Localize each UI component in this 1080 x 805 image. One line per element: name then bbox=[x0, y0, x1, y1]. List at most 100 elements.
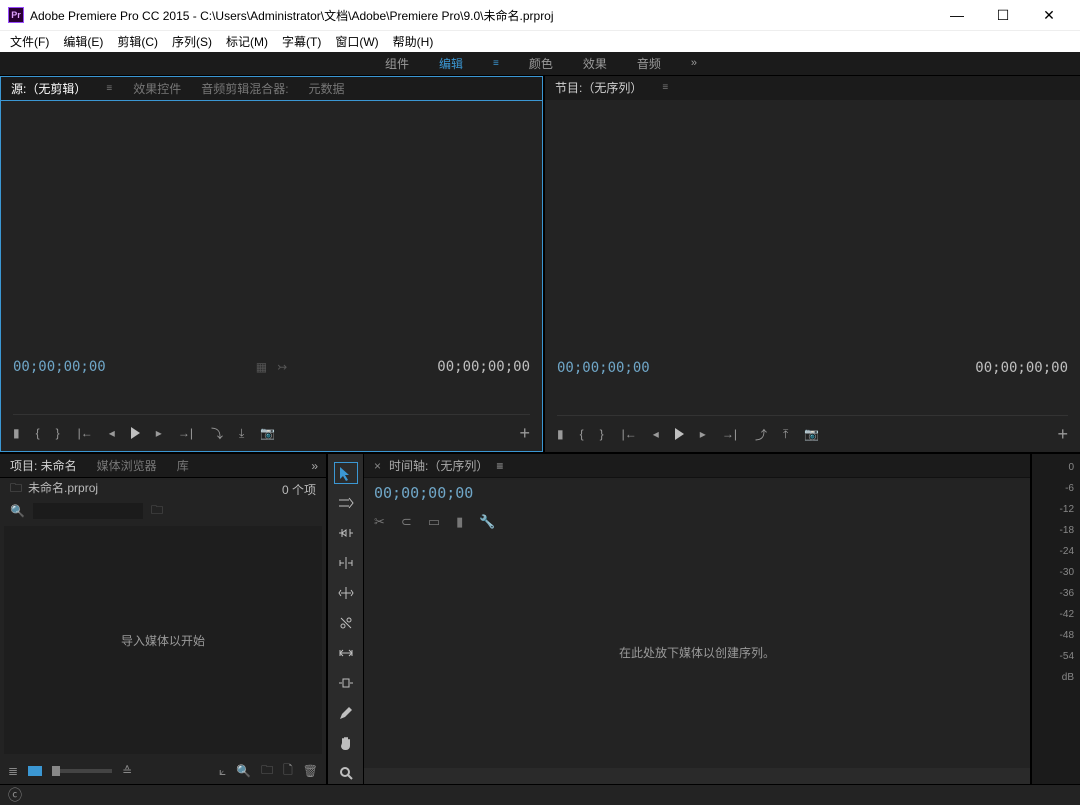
lift-icon[interactable]: ⤴ bbox=[755, 426, 767, 443]
step-forward-icon[interactable]: ▸ bbox=[700, 427, 706, 441]
source-scrub-bar[interactable] bbox=[13, 383, 530, 415]
timeline-drop-area[interactable]: 在此处放下媒体以创建序列。 bbox=[364, 536, 1030, 768]
workspace-menu-icon[interactable]: ≡ bbox=[493, 58, 499, 69]
workspace-effects[interactable]: 效果 bbox=[583, 55, 607, 72]
marker-icon[interactable]: ▮ bbox=[13, 426, 20, 440]
step-back-icon[interactable]: ◂ bbox=[653, 427, 659, 441]
project-drop-area[interactable]: 导入媒体以开始 bbox=[4, 526, 322, 754]
icon-view-icon[interactable] bbox=[28, 766, 42, 776]
step-forward-icon[interactable]: ▸ bbox=[156, 426, 162, 440]
step-back-icon[interactable]: ◂ bbox=[109, 426, 115, 440]
play-icon[interactable] bbox=[675, 428, 684, 440]
menu-help[interactable]: 帮助(H) bbox=[393, 33, 434, 50]
timeline-panel: × 时间轴:（无序列） ≡ 00;00;00;00 ✂ ⊂ ▭ ▮ 🔧 在此处放… bbox=[364, 454, 1030, 784]
tab-metadata[interactable]: 元数据 bbox=[309, 80, 345, 97]
tab-program[interactable]: 节目:（无序列） bbox=[555, 79, 642, 96]
timeline-close-icon[interactable]: × bbox=[374, 459, 381, 473]
timeline-title[interactable]: 时间轴:（无序列） bbox=[389, 457, 488, 474]
rate-stretch-tool-icon[interactable] bbox=[334, 582, 358, 604]
slide-tool-icon[interactable] bbox=[334, 672, 358, 694]
timeline-scrollbar[interactable] bbox=[364, 768, 1030, 784]
razor-tool-icon[interactable] bbox=[334, 612, 358, 634]
list-view-icon[interactable]: ≣ bbox=[8, 764, 18, 778]
slip-tool-icon[interactable] bbox=[334, 642, 358, 664]
go-to-in-icon[interactable]: |← bbox=[622, 427, 637, 441]
titlebar: Pr Adobe Premiere Pro CC 2015 - C:\Users… bbox=[0, 0, 1080, 30]
add-marker-icon[interactable]: ▭ bbox=[428, 514, 440, 530]
program-timecode-left[interactable]: 00;00;00;00 bbox=[557, 360, 650, 376]
new-bin-icon[interactable]: 🗀 bbox=[261, 761, 273, 782]
menu-clip[interactable]: 剪辑(C) bbox=[117, 33, 158, 50]
go-to-in-icon[interactable]: |← bbox=[78, 426, 93, 440]
minimize-button[interactable]: — bbox=[934, 0, 980, 30]
ripple-edit-tool-icon[interactable] bbox=[334, 522, 358, 544]
tab-source[interactable]: 源:（无剪辑） bbox=[11, 80, 86, 97]
track-select-tool-icon[interactable] bbox=[334, 492, 358, 514]
tab-effect-controls[interactable]: 效果控件 bbox=[133, 80, 181, 97]
selection-tool-icon[interactable] bbox=[334, 462, 358, 484]
insert-icon[interactable]: ⤵ bbox=[211, 425, 223, 442]
in-point-icon[interactable]: { bbox=[36, 426, 40, 440]
close-button[interactable]: ✕ bbox=[1026, 0, 1072, 30]
tab-media-browser[interactable]: 媒体浏览器 bbox=[97, 457, 157, 474]
snap-icon[interactable]: ✂ bbox=[374, 514, 385, 530]
source-panel-menu-icon[interactable]: ≡ bbox=[106, 83, 113, 94]
sort-icon[interactable]: ≙ bbox=[122, 764, 132, 778]
source-timecode-left[interactable]: 00;00;00;00 bbox=[13, 359, 106, 375]
go-to-out-icon[interactable]: →| bbox=[178, 426, 193, 440]
search-icon[interactable]: 🔍 bbox=[10, 504, 25, 518]
workspace-color[interactable]: 颜色 bbox=[529, 55, 553, 72]
extract-icon[interactable]: ⤒ bbox=[783, 427, 788, 442]
timeline-marker-icon[interactable]: ▮ bbox=[456, 514, 463, 530]
program-scrub-bar[interactable] bbox=[557, 384, 1068, 416]
out-point-icon[interactable]: } bbox=[600, 427, 604, 441]
timeline-timecode[interactable]: 00;00;00;00 bbox=[374, 484, 473, 502]
marker-icon[interactable]: ▮ bbox=[557, 427, 564, 441]
in-point-icon[interactable]: { bbox=[580, 427, 584, 441]
export-frame-icon[interactable]: 📷 bbox=[804, 427, 819, 441]
automate-icon[interactable]: ⟀ bbox=[219, 764, 226, 779]
search-input[interactable] bbox=[33, 503, 143, 519]
tab-libraries[interactable]: 库 bbox=[177, 457, 189, 474]
creative-cloud-icon[interactable]: ⓒ bbox=[8, 785, 22, 805]
menu-file[interactable]: 文件(F) bbox=[10, 33, 49, 50]
workspace-editing[interactable]: 编辑 bbox=[439, 55, 463, 72]
button-editor-icon[interactable]: + bbox=[1057, 424, 1068, 445]
menu-window[interactable]: 窗口(W) bbox=[335, 33, 378, 50]
workspace-audio[interactable]: 音频 bbox=[637, 55, 661, 72]
overwrite-icon[interactable]: ⤓ bbox=[239, 426, 244, 441]
menu-marker[interactable]: 标记(M) bbox=[226, 33, 268, 50]
rolling-edit-tool-icon[interactable] bbox=[334, 552, 358, 574]
play-icon[interactable] bbox=[131, 427, 140, 439]
find-icon[interactable]: 🔍 bbox=[236, 764, 251, 778]
menu-title[interactable]: 字幕(T) bbox=[282, 33, 321, 50]
program-viewer[interactable] bbox=[545, 100, 1080, 358]
program-panel-menu-icon[interactable]: ≡ bbox=[662, 82, 669, 93]
zoom-tool-icon[interactable] bbox=[334, 762, 358, 784]
filter-bin-icon[interactable]: 🗀 bbox=[151, 501, 163, 522]
fit-icon[interactable]: ▦ bbox=[256, 360, 267, 374]
workspace-overflow[interactable]: » bbox=[691, 57, 695, 69]
export-frame-icon[interactable]: 📷 bbox=[260, 426, 275, 440]
thumbnail-size-slider[interactable] bbox=[52, 769, 112, 773]
tab-audio-clip-mixer[interactable]: 音频剪辑混合器: bbox=[201, 80, 288, 97]
source-viewer[interactable] bbox=[1, 101, 542, 357]
tab-project[interactable]: 项目: 未命名 bbox=[10, 457, 77, 474]
meter-48: -48 bbox=[1060, 630, 1074, 641]
new-item-icon[interactable]: 🗋 bbox=[283, 761, 293, 782]
hand-tool-icon[interactable] bbox=[334, 732, 358, 754]
out-point-icon[interactable]: } bbox=[56, 426, 60, 440]
resolution-icon[interactable]: ↣ bbox=[277, 360, 287, 374]
workspace-assembly[interactable]: 组件 bbox=[385, 55, 409, 72]
delete-icon[interactable]: 🗑 bbox=[303, 764, 318, 778]
menu-edit[interactable]: 编辑(E) bbox=[63, 33, 103, 50]
maximize-button[interactable]: ☐ bbox=[980, 0, 1026, 30]
menu-sequence[interactable]: 序列(S) bbox=[172, 33, 212, 50]
go-to-out-icon[interactable]: →| bbox=[722, 427, 737, 441]
timeline-settings-icon[interactable]: 🔧 bbox=[479, 514, 495, 530]
linked-selection-icon[interactable]: ⊂ bbox=[401, 514, 412, 530]
button-editor-icon[interactable]: + bbox=[519, 423, 530, 444]
timeline-panel-menu-icon[interactable]: ≡ bbox=[496, 459, 503, 473]
pen-tool-icon[interactable] bbox=[334, 702, 358, 724]
project-tabs-overflow[interactable]: » bbox=[311, 459, 316, 473]
